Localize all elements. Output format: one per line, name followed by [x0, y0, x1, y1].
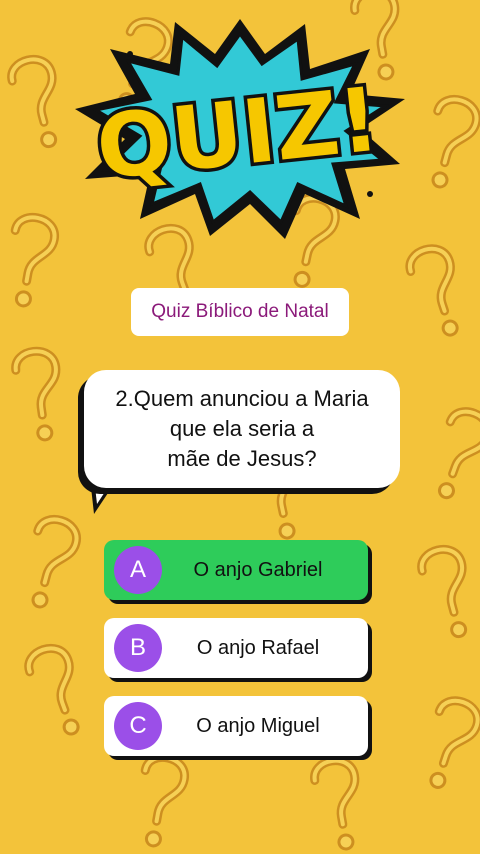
question-line-2: que ela seria a [169, 416, 315, 441]
option-letter-a: A [114, 546, 162, 594]
quiz-subtitle: Quiz Bíblico de Natal [151, 301, 329, 322]
question-box: 2.Quem anunciou a Maria que ela seria a … [84, 370, 400, 488]
question-text: 2.Quem anunciou a Maria que ela seria a … [97, 384, 387, 474]
answer-option-b[interactable]: B O anjo Rafael [104, 618, 368, 678]
option-text-a: O anjo Gabriel [193, 558, 323, 581]
question-line-3: mãe de Jesus? [167, 446, 317, 471]
question-bubble: 2.Quem anunciou a Maria que ela seria a … [70, 366, 410, 516]
answer-option-c[interactable]: C O anjo Miguel [104, 696, 368, 756]
option-text-b: O anjo Rafael [196, 636, 320, 659]
option-text-c: O anjo Miguel [196, 714, 320, 737]
quiz-subtitle-badge: Quiz Bíblico de Natal [131, 288, 349, 336]
answer-option-a[interactable]: A O anjo Gabriel [104, 540, 368, 600]
option-letter-c: C [114, 702, 162, 750]
question-line-1: 2.Quem anunciou a Maria [115, 386, 369, 411]
option-letter-b: B [114, 624, 162, 672]
quiz-logo: QUIZ! [75, 19, 405, 239]
